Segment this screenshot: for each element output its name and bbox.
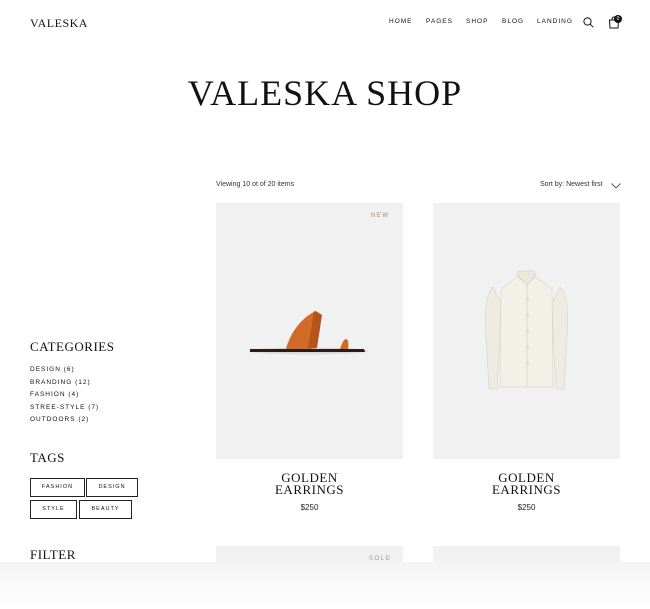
tags-heading: TAGS — [30, 450, 65, 465]
tag-beauty[interactable]: BEAUTY — [79, 500, 132, 519]
category-item[interactable]: OUTDOORS (2) — [30, 416, 99, 429]
filter-heading: FILTER — [30, 547, 76, 562]
categories-list: DESIGN (6) BRANDING (12) FASHION (4) STR… — [30, 366, 99, 429]
tag-style[interactable]: STYLE — [30, 500, 77, 519]
product-image-sandal[interactable] — [216, 203, 403, 459]
product-image-blouse[interactable] — [433, 203, 620, 459]
category-item[interactable]: DESIGN (6) — [30, 366, 99, 379]
tag-design[interactable]: DESIGN — [86, 478, 138, 497]
category-item[interactable]: FASHION (4) — [30, 391, 99, 404]
product-name-line: EARRINGS — [274, 482, 344, 497]
page-title: VALESKA SHOP — [187, 73, 463, 113]
tag-fashion[interactable]: FASHION — [30, 478, 85, 497]
sort-select[interactable]: Sort by: Newest first — [540, 181, 603, 188]
results-count: Viewing 10 ot of 20 items — [216, 181, 295, 188]
search-icon[interactable] — [583, 17, 594, 28]
category-item[interactable]: STREE-STYLE (7) — [30, 404, 99, 417]
logo[interactable]: VALESKA — [30, 16, 88, 31]
nav-home[interactable]: HOME — [389, 18, 413, 25]
product-name[interactable]: GOLDEN EARRINGS — [216, 471, 403, 497]
product-name-line: EARRINGS — [491, 482, 561, 497]
product-name[interactable]: GOLDEN EARRINGS — [433, 471, 620, 497]
chevron-down-icon[interactable] — [611, 183, 621, 189]
product-label-new: NEW — [371, 213, 390, 219]
bottom-fade-overlay — [0, 562, 650, 609]
nav-landing[interactable]: LANDING — [537, 18, 573, 25]
cart-count-badge: 0 — [614, 15, 622, 23]
blouse-image — [485, 270, 568, 390]
categories-heading: CATEGORIES — [30, 339, 115, 354]
category-item[interactable]: BRANDING (12) — [30, 379, 99, 392]
nav-shop[interactable]: SHOP — [466, 18, 488, 25]
product-price: $250 — [300, 503, 319, 512]
nav-blog[interactable]: BLOG — [502, 18, 524, 25]
product-price: $250 — [517, 503, 536, 512]
nav-pages[interactable]: PAGES — [426, 18, 453, 25]
sandal-image — [248, 311, 368, 355]
